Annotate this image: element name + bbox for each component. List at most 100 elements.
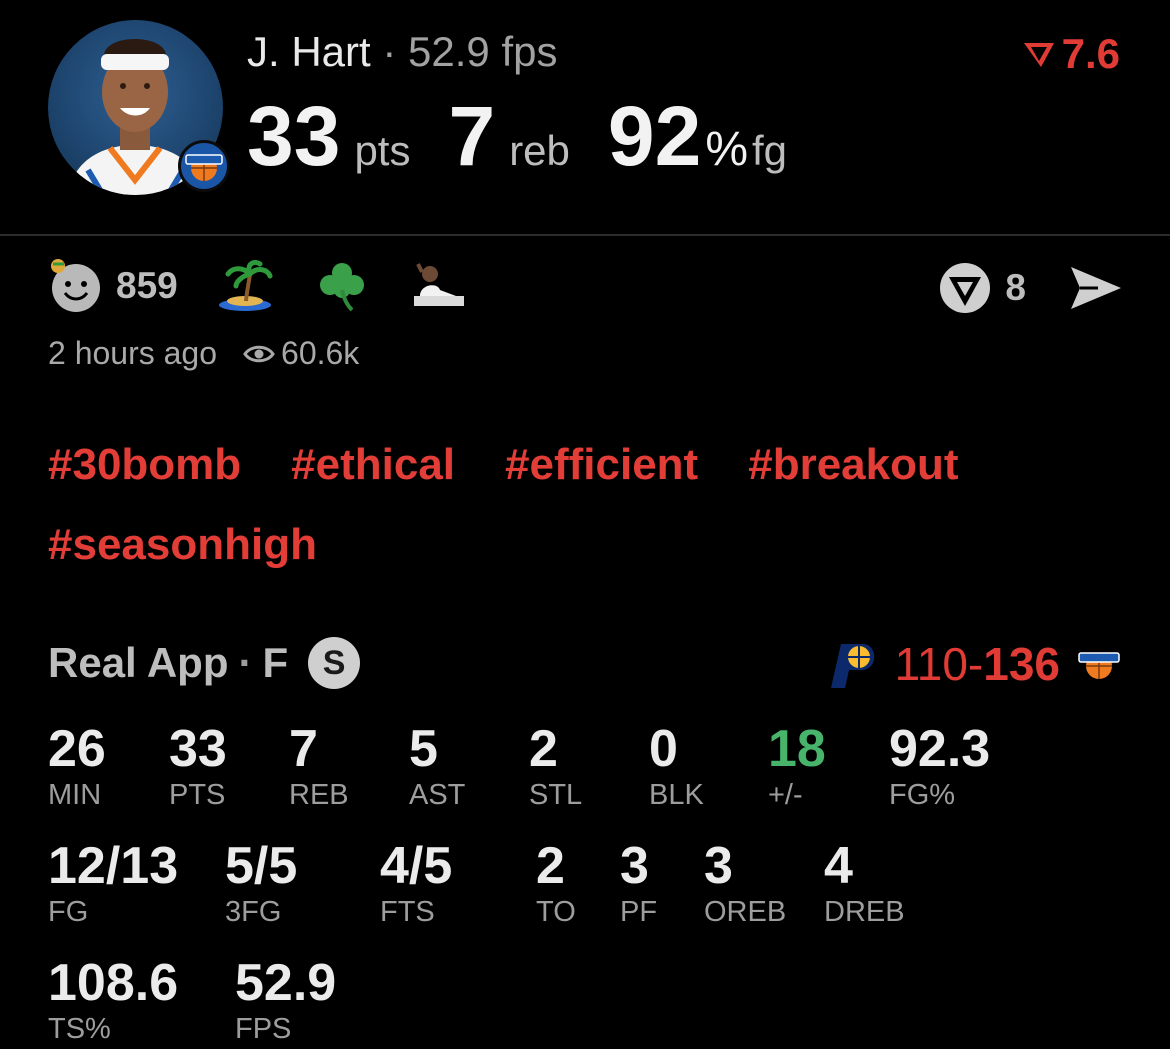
stat-to: 2 TO [536, 837, 576, 929]
stat-stl: 2 STL [529, 720, 582, 812]
source-name: Real App [48, 639, 229, 686]
stat-value: 7 [289, 720, 318, 778]
stat-label: DREB [824, 896, 905, 928]
time-ago: 2 hours ago [48, 335, 218, 371]
stat-label: FTS [380, 896, 435, 928]
stat-value: 12/13 [48, 837, 179, 895]
separator: · [382, 28, 397, 75]
stat-value: 26 [48, 720, 106, 778]
stat-value: 4/5 [380, 837, 453, 895]
game-source[interactable]: Real App · F S [48, 637, 361, 689]
headline-fg-unit: fg [752, 127, 788, 174]
stat-value: 52.9 [235, 954, 337, 1012]
island-emoji-icon[interactable] [216, 260, 274, 312]
stat-value: 4 [824, 837, 853, 895]
stat-3fg: 5/5 3FG [225, 837, 297, 929]
post-meta: 2 hours ago 60.6k [48, 335, 359, 372]
stat-value: 2 [529, 720, 558, 778]
rating-icon [1023, 43, 1054, 67]
comment-icon[interactable] [937, 260, 993, 316]
shamrock-emoji-icon[interactable] [316, 260, 368, 312]
post-actions: 8 [937, 260, 1124, 316]
stat-label: +/- [768, 779, 803, 811]
view-count-value: 60.6k [281, 335, 360, 371]
player-name-line[interactable]: J. Hart · 52.9 fps [247, 28, 557, 76]
stat-label: PTS [169, 779, 226, 811]
stat-oreb: 3 OREB [704, 837, 786, 929]
fps-text: 52.9 fps [408, 28, 558, 75]
pacers-logo-icon [830, 644, 874, 688]
send-icon[interactable] [1068, 263, 1124, 313]
stat-value: 3 [620, 837, 649, 895]
stat-value: 3 [704, 837, 733, 895]
player-name[interactable]: J. Hart [247, 28, 371, 75]
source-badge: S [308, 637, 361, 689]
headline-fg-percent: % [705, 123, 749, 176]
stat-value: 92.3 [889, 720, 991, 778]
stat-fts: 4/5 FTS [380, 837, 452, 929]
stat-ts-pct: 108.6 TS% [48, 954, 178, 1046]
reaction-count: 859 [116, 265, 178, 306]
stat-fg: 12/13 FG [48, 837, 178, 929]
stat-pf: 3 PF [620, 837, 657, 929]
stat-value: 33 [169, 720, 227, 778]
stat-value: 2 [536, 837, 565, 895]
hashtag-list: #30bomb #ethical #efficient #breakout #s… [48, 438, 1128, 572]
game-score[interactable]: 110 - 136 [823, 637, 1122, 691]
stat-label: TO [536, 896, 576, 928]
stat-dreb: 4 DREB [824, 837, 905, 929]
stat-label: REB [289, 779, 349, 811]
divider [0, 234, 1170, 236]
player-emoji-icon[interactable] [410, 260, 468, 312]
stat-label: TS% [48, 1013, 111, 1045]
stat-reb: 7 REB [289, 720, 349, 812]
stat-value: 5/5 [225, 837, 298, 895]
hashtag[interactable]: #30bomb [48, 438, 241, 492]
stat-value: 18 [768, 720, 826, 778]
stat-fps: 52.9 FPS [235, 954, 336, 1046]
stat-label: STL [529, 779, 583, 811]
stat-label: MIN [48, 779, 102, 811]
stat-label: AST [409, 779, 466, 811]
stat-label: OREB [704, 896, 787, 928]
stat-label: BLK [649, 779, 704, 811]
stat-value: 0 [649, 720, 678, 778]
knicks-logo-icon [178, 140, 230, 192]
hashtag[interactable]: #breakout [748, 438, 958, 492]
comment-count: 8 [1005, 267, 1026, 308]
reactions-row: 859 [48, 258, 510, 314]
headline-fg: 92 [607, 89, 702, 183]
headline-rebounds-unit: reb [509, 127, 570, 174]
view-count: 60.6k [243, 335, 359, 372]
face-emoji-icon[interactable] [48, 258, 104, 314]
stat-label: 3FG [225, 896, 282, 928]
stat-value: 5 [409, 720, 438, 778]
stat-blk: 0 BLK [649, 720, 704, 812]
rating-value: 7.6 [1061, 30, 1120, 77]
stat-label: PF [620, 896, 658, 928]
hashtag[interactable]: #efficient [505, 438, 698, 492]
away-score: 110 [894, 638, 968, 690]
rating-badge[interactable]: 7.6 [1022, 30, 1120, 78]
score-dash: - [967, 638, 984, 690]
knicks-logo-icon [1078, 652, 1120, 679]
source-dot: · [238, 639, 253, 686]
game-status: F [262, 639, 289, 686]
stat-pts: 33 PTS [169, 720, 227, 812]
stat-min: 26 MIN [48, 720, 106, 812]
hashtag[interactable]: #ethical [291, 438, 455, 492]
stat-plus-minus: 18 +/- [768, 720, 826, 812]
stat-value: 108.6 [48, 954, 179, 1012]
headline-points: 33 [247, 89, 341, 183]
hashtag[interactable]: #seasonhigh [48, 518, 317, 572]
eye-icon [243, 345, 275, 362]
stat-label: FG [48, 896, 89, 928]
stat-fg-pct: 92.3 FG% [889, 720, 990, 812]
headline-stats: 33 pts 7 reb 92 % fg [247, 88, 787, 185]
stat-ast: 5 AST [409, 720, 465, 812]
stat-label: FG% [889, 779, 956, 811]
headline-rebounds: 7 [448, 89, 496, 183]
home-score: 136 [983, 638, 1060, 690]
headline-points-unit: pts [354, 127, 411, 174]
stat-label: FPS [235, 1013, 292, 1045]
